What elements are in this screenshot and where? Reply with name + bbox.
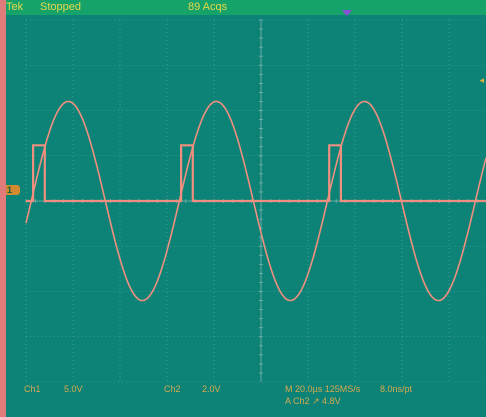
brand-label: Tek (6, 1, 24, 13)
status-bar: Tek Stopped 89 Acqs (6, 0, 486, 15)
ch2-scale: 2.0V (202, 384, 221, 394)
oscilloscope-display: Tek Stopped 89 Acqs ◂ 1 Ch1 5.0V Ch2 2.0… (0, 0, 486, 417)
ch2-label: Ch2 (164, 384, 181, 394)
trigger-readout: A Ch2 ↗ 4.8V (285, 396, 341, 406)
trigger-level-icon: ◂ (479, 75, 484, 85)
scope-screen: Tek Stopped 89 Acqs ◂ 1 Ch1 5.0V Ch2 2.0… (6, 0, 486, 417)
ch1-pulse-trace (26, 144, 486, 203)
sample-interval-readout: 8.0ns/pt (380, 384, 413, 394)
horizontal-readout: M 20.0µs 125MS/s (285, 384, 361, 394)
ch1-ground-marker-label: 1 (7, 185, 13, 195)
graticule (25, 19, 486, 383)
ch1-scale: 5.0V (64, 384, 83, 394)
run-state-label: Stopped (40, 1, 81, 13)
trigger-position-icon (342, 10, 352, 16)
acquisition-count: 89 Acqs (188, 1, 228, 13)
ch1-label: Ch1 (24, 384, 41, 394)
